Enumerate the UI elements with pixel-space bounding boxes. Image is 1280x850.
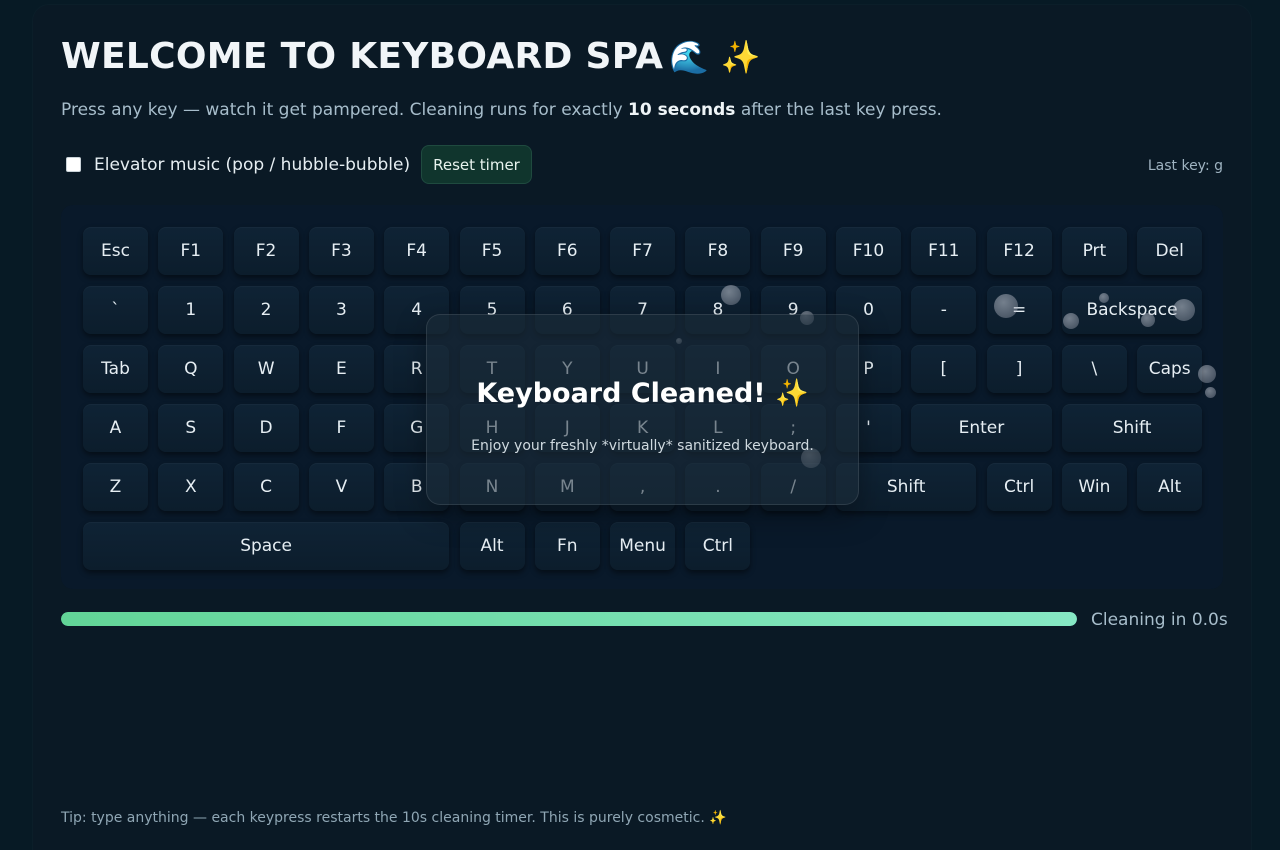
key-f4[interactable]: F4 [384, 227, 450, 275]
key-f6[interactable]: F6 [534, 227, 600, 275]
last-key-indicator: Last key: g [1147, 158, 1223, 174]
key-ctrl[interactable]: Ctrl [986, 463, 1052, 511]
key-c[interactable]: C [233, 463, 299, 511]
key-f2[interactable]: F2 [233, 227, 299, 275]
reset-timer-button[interactable]: Reset timer [421, 145, 532, 184]
key-f9[interactable]: F9 [760, 227, 826, 275]
key-esc[interactable]: Esc [83, 227, 148, 275]
title-emoji: 🌊 ✨ [669, 38, 762, 76]
key-space[interactable]: Space [83, 522, 450, 570]
key-f5[interactable]: F5 [459, 227, 525, 275]
cleaned-modal: Keyboard Cleaned! ✨ Enjoy your freshly *… [426, 314, 859, 505]
key-a[interactable]: A [83, 404, 148, 452]
key-f12[interactable]: F12 [986, 227, 1052, 275]
subtitle-duration: 10 seconds [628, 100, 736, 120]
subtitle-text-before: Press any key — watch it get pampered. C… [61, 100, 629, 120]
soap-bubble [1099, 293, 1109, 303]
key-alt[interactable]: Alt [1137, 463, 1203, 511]
soap-bubble [1063, 313, 1079, 329]
key-w[interactable]: W [233, 345, 299, 393]
soap-bubble [721, 285, 741, 305]
key-v[interactable]: V [308, 463, 374, 511]
soap-bubble [1141, 313, 1155, 327]
key-1[interactable]: 1 [158, 286, 224, 334]
subtitle-text-after: after the last key press. [735, 100, 942, 120]
key-right-bracket[interactable]: ] [986, 345, 1052, 393]
key-backslash[interactable]: \ [1061, 345, 1127, 393]
page-title-text: WELCOME TO KEYBOARD SPA [61, 36, 664, 77]
key-enter[interactable]: Enter [911, 404, 1052, 452]
modal-title: Keyboard Cleaned! ✨ [476, 378, 809, 409]
elevator-music-label[interactable]: Elevator music (pop / hubble-bubble) [94, 155, 410, 175]
key-f1[interactable]: F1 [158, 227, 224, 275]
soap-bubble [1173, 299, 1195, 321]
footer-tip: Tip: type anything — each keypress resta… [61, 810, 727, 826]
key-caps[interactable]: Caps [1137, 345, 1203, 393]
soap-bubble [1204, 386, 1216, 398]
key-alt-right[interactable]: Alt [459, 522, 525, 570]
key-prt[interactable]: Prt [1061, 227, 1127, 275]
key-q[interactable]: Q [158, 345, 224, 393]
key-s[interactable]: S [158, 404, 224, 452]
key-2[interactable]: 2 [233, 286, 299, 334]
key-f3[interactable]: F3 [308, 227, 374, 275]
key-e[interactable]: E [308, 345, 374, 393]
key-x[interactable]: X [158, 463, 224, 511]
page-title: WELCOME TO KEYBOARD SPA 🌊 ✨ [61, 36, 761, 77]
key-3[interactable]: 3 [308, 286, 374, 334]
key-f10[interactable]: F10 [836, 227, 901, 275]
key-z[interactable]: Z [83, 463, 148, 511]
key-del[interactable]: Del [1137, 227, 1203, 275]
key-f[interactable]: F [308, 404, 374, 452]
key-shift[interactable]: Shift [1061, 404, 1203, 452]
key-tab[interactable]: Tab [83, 345, 148, 393]
elevator-music-checkbox[interactable] [66, 157, 81, 172]
page-subtitle: Press any key — watch it get pampered. C… [61, 100, 942, 120]
controls-bar: Elevator music (pop / hubble-bubble) Res… [61, 145, 1223, 185]
key-d[interactable]: D [233, 404, 299, 452]
soap-bubble [994, 294, 1018, 318]
modal-subtitle: Enjoy your freshly *virtually* sanitized… [471, 438, 814, 454]
key-backtick[interactable]: ` [83, 286, 148, 334]
key-ctrl-right[interactable]: Ctrl [685, 522, 751, 570]
cleaning-progress-fill [61, 612, 1077, 626]
cleaning-countdown: Cleaning in 0.0s [1091, 610, 1228, 630]
key-minus[interactable]: - [911, 286, 977, 334]
cleaning-progress-bar [61, 612, 1077, 626]
key-f7[interactable]: F7 [610, 227, 676, 275]
key-fn-right[interactable]: Fn [534, 522, 600, 570]
key-f8[interactable]: F8 [685, 227, 751, 275]
key-win[interactable]: Win [1061, 463, 1127, 511]
key-left-bracket[interactable]: [ [911, 345, 977, 393]
soap-bubble [1198, 365, 1216, 383]
key-menu-right[interactable]: Menu [610, 522, 676, 570]
key-f11[interactable]: F11 [911, 227, 977, 275]
